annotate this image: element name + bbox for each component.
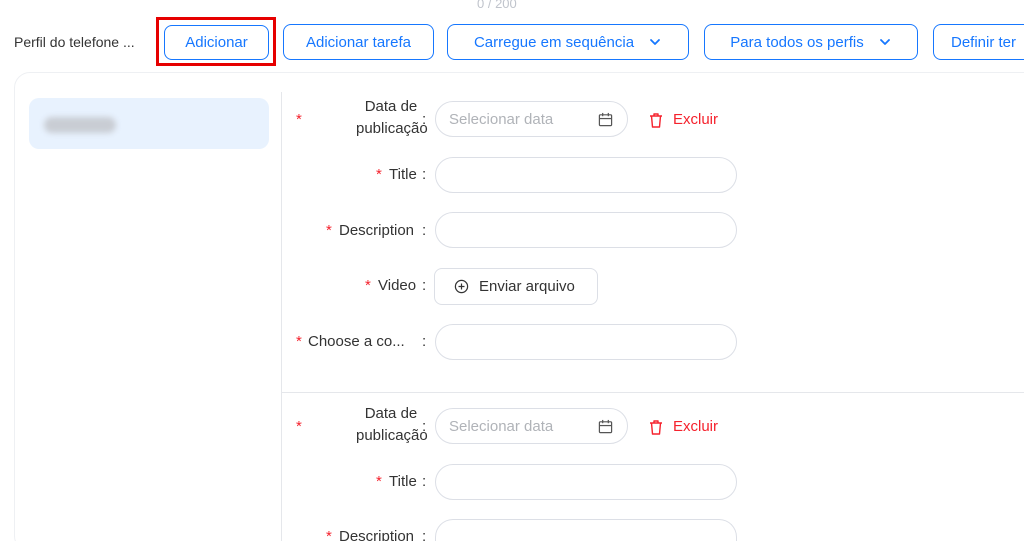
trash-icon xyxy=(650,112,662,128)
all-profiles-label: Para todos os perfis xyxy=(730,33,864,51)
title-label: Title xyxy=(389,166,417,183)
date-picker[interactable]: Selecionar data xyxy=(435,101,628,137)
description-label: Description xyxy=(339,528,415,541)
video-label: Video xyxy=(378,277,417,294)
choose-input[interactable] xyxy=(435,324,737,360)
title-input[interactable] xyxy=(435,464,737,500)
all-profiles-dropdown[interactable]: Para todos os perfis xyxy=(704,24,918,60)
task-divider xyxy=(282,392,1024,393)
description-input[interactable] xyxy=(435,519,737,541)
trash-icon xyxy=(650,419,662,435)
date-placeholder: Selecionar data xyxy=(449,110,554,128)
chevron-down-icon xyxy=(650,39,660,45)
date-placeholder: Selecionar data xyxy=(449,417,554,435)
calendar-icon xyxy=(598,419,613,434)
required-mark: * xyxy=(296,418,302,435)
title-label: Title xyxy=(389,473,417,490)
profile-label: Perfil do telefone ... xyxy=(14,34,135,50)
date-picker[interactable]: Selecionar data xyxy=(435,408,628,444)
chevron-down-icon xyxy=(879,39,890,45)
add-button[interactable]: Adicionar xyxy=(164,25,269,60)
blurred-profile-name xyxy=(44,117,116,133)
description-input[interactable] xyxy=(435,212,737,248)
description-label: Description xyxy=(339,222,415,239)
load-sequence-dropdown[interactable]: Carregue em sequência xyxy=(447,24,689,60)
plus-circle-icon xyxy=(454,279,469,294)
required-mark: * xyxy=(296,111,302,128)
date-label: Data de publicação xyxy=(356,98,428,137)
toolbar: Perfil do telefone ... Adicionar Adicion… xyxy=(0,0,1024,70)
choose-label: Choose a co... xyxy=(308,333,405,350)
define-button[interactable]: Definir ter xyxy=(933,24,1024,60)
load-sequence-label: Carregue em sequência xyxy=(473,33,635,51)
delete-button[interactable]: Excluir xyxy=(648,111,718,128)
delete-button[interactable]: Excluir xyxy=(648,418,718,435)
upload-file-button[interactable]: Enviar arquivo xyxy=(434,268,598,305)
title-input[interactable] xyxy=(435,157,737,193)
date-label: Data de publicação xyxy=(356,405,428,444)
add-task-button[interactable]: Adicionar tarefa xyxy=(283,24,434,60)
calendar-icon xyxy=(598,112,613,127)
vertical-divider xyxy=(281,92,282,541)
